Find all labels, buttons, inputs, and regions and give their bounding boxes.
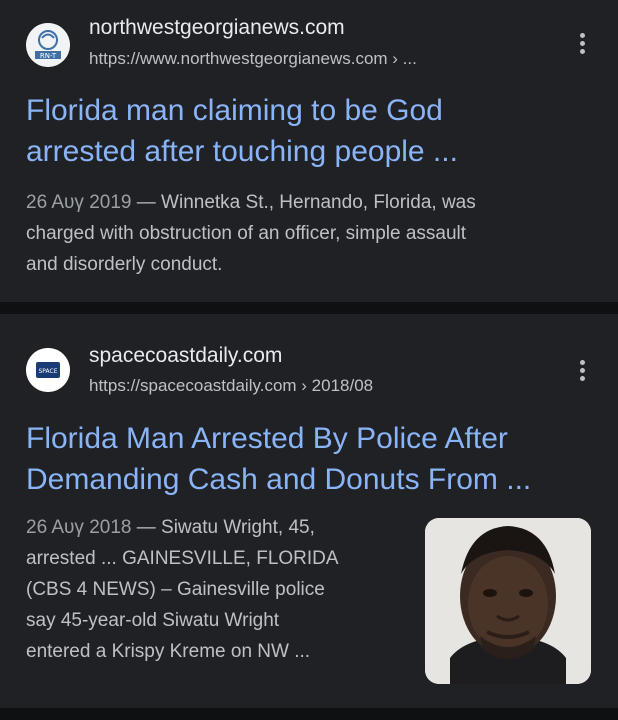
svg-text:SPACE: SPACE [38,368,57,375]
result-snippet: 26 Αυγ 2019 — Winnetka St., Hernando, Fl… [26,192,476,275]
more-options-icon[interactable] [572,357,592,387]
site-name[interactable]: northwestgeorgianews.com [89,16,345,40]
search-result-card: RN-T northwestgeorgianews.com https://ww… [0,0,618,302]
result-date: 26 Αυγ 2019 [26,192,132,213]
site-name[interactable]: spacecoastdaily.com [89,344,282,368]
site-favicon[interactable]: SPACE [26,348,70,392]
result-title-link[interactable]: Florida man claiming to be God arrested … [26,90,586,172]
result-date: 26 Αυγ 2018 [26,517,132,538]
more-options-icon[interactable] [572,30,592,60]
svg-text:RN-T: RN-T [40,52,57,60]
result-thumbnail-image[interactable] [425,518,591,684]
result-snippet: 26 Αυγ 2018 — Siwatu Wright, 45, arreste… [26,517,339,662]
site-favicon[interactable]: RN-T [26,23,70,67]
result-title-link[interactable]: Florida Man Arrested By Police After Dem… [26,418,586,500]
site-url[interactable]: https://spacecoastdaily.com › 2018/08 [89,376,373,396]
site-url[interactable]: https://www.northwestgeorgianews.com › .… [89,49,417,69]
